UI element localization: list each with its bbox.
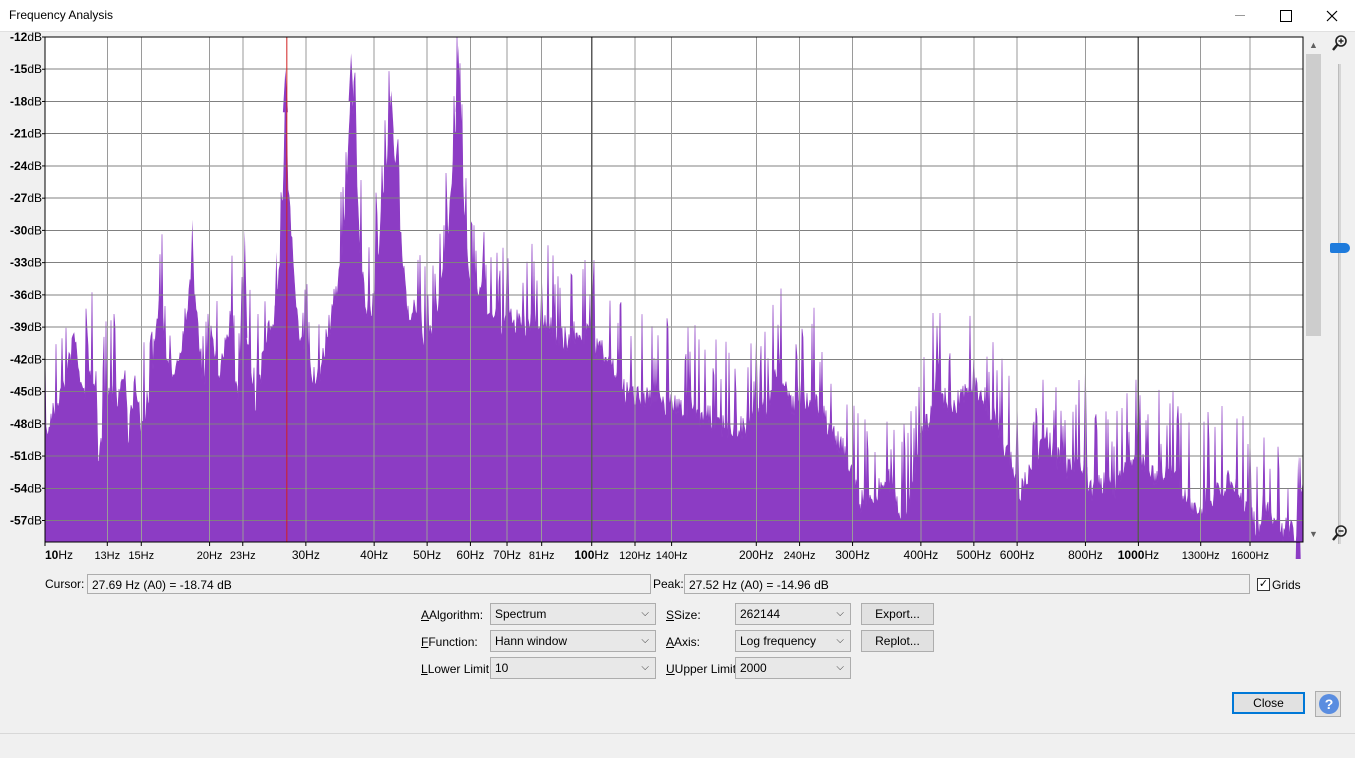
x-tick-label: 100Hz — [574, 548, 609, 562]
zoom-slider-thumb[interactable] — [1330, 242, 1350, 253]
x-tick-label: 300Hz — [835, 548, 870, 562]
close-icon — [1326, 10, 1338, 21]
maximize-button[interactable] — [1263, 0, 1309, 31]
x-tick-label: 81Hz — [529, 550, 555, 562]
help-button[interactable]: ? — [1315, 691, 1341, 717]
cursor-label: Cursor: — [45, 577, 85, 591]
window-title: Frequency Analysis — [9, 8, 114, 22]
zoom-in-button[interactable] — [1330, 34, 1350, 54]
y-tick-label: -33dB — [10, 256, 42, 270]
x-tick-label: 23Hz — [230, 550, 256, 562]
y-tick-label: -36dB — [10, 288, 42, 302]
export-button[interactable]: Export... — [861, 603, 934, 625]
function-label: FFunction: — [421, 635, 478, 649]
maximize-icon — [1280, 9, 1292, 22]
help-icon: ? — [1319, 694, 1339, 714]
y-tick-label: -48dB — [10, 417, 42, 431]
y-tick-label: -12dB — [10, 32, 42, 44]
replot-button[interactable]: Replot... — [861, 630, 934, 652]
y-tick-label: -24dB — [10, 159, 42, 173]
x-tick-label: 140Hz — [656, 550, 688, 562]
x-tick-label: 70Hz — [493, 548, 521, 562]
spectrum-chart[interactable]: -12dB -15dB -18dB -21dB -24dB -27dB -30dB -33dB… — [0, 32, 1305, 568]
x-tick-label: 200Hz — [739, 548, 774, 562]
y-tick-label: -30dB — [10, 223, 42, 237]
scrollbar-thumb[interactable] — [1306, 54, 1321, 336]
zoom-controls — [1324, 34, 1354, 544]
x-tick-label: 30Hz — [292, 548, 320, 562]
scroll-up-icon[interactable]: ▲ — [1305, 37, 1322, 53]
peak-label: Peak: — [653, 577, 684, 591]
x-tick-label: 20Hz — [197, 550, 223, 562]
y-tick-label: -51dB — [10, 449, 42, 463]
zoom-slider-track[interactable] — [1338, 64, 1341, 544]
peak-readout[interactable]: 27.52 Hz (A0) = -14.96 dB — [684, 574, 1250, 594]
grids-label: Grids — [1272, 578, 1301, 592]
y-tick-label: -42dB — [10, 352, 42, 366]
function-value: Hann window — [495, 634, 568, 648]
chevron-down-icon: ⌵ — [641, 608, 649, 619]
chevron-down-icon: ⌵ — [836, 662, 844, 673]
y-tick-label: -54dB — [10, 481, 42, 495]
algorithm-label: AAlgorithm: — [421, 608, 484, 622]
zoom-out-icon — [1332, 525, 1347, 541]
x-tick-label: 1000Hz — [1118, 548, 1159, 562]
grids-checkbox[interactable]: ✓ — [1257, 578, 1270, 591]
x-tick-label: 15Hz — [128, 550, 154, 562]
x-tick-label: 800Hz — [1068, 548, 1103, 562]
x-tick-label: 400Hz — [904, 548, 939, 562]
x-tick-label: 13Hz — [94, 550, 120, 562]
algorithm-select[interactable]: Spectrum ⌵ — [490, 603, 656, 625]
y-tick-label: -27dB — [10, 191, 42, 205]
cursor-readout[interactable]: 27.69 Hz (A0) = -18.74 dB — [87, 574, 651, 594]
minimize-button[interactable] — [1217, 0, 1263, 31]
y-tick-label: -39dB — [10, 320, 42, 334]
axis-value: Log frequency — [740, 634, 817, 648]
lower-limit-value: 10 — [495, 661, 509, 675]
x-tick-label: 60Hz — [456, 548, 484, 562]
lower-limit-label: LLower Limit: — [421, 662, 493, 676]
y-tick-label: -45dB — [10, 385, 42, 399]
plot-vertical-scrollbar[interactable]: ▲ ▼ — [1305, 37, 1322, 542]
scroll-down-icon[interactable]: ▼ — [1305, 526, 1322, 542]
close-button[interactable]: Close — [1232, 692, 1305, 714]
y-tick-label: -15dB — [10, 62, 42, 76]
x-tick-label: 50Hz — [413, 548, 441, 562]
x-tick-label: 600Hz — [1000, 548, 1035, 562]
chevron-down-icon: ⌵ — [836, 608, 844, 619]
chevron-down-icon: ⌵ — [641, 635, 649, 646]
status-bar — [0, 733, 1355, 758]
close-window-button[interactable] — [1309, 0, 1355, 31]
size-label: SSize: — [666, 608, 701, 622]
spectrum-plot-area[interactable]: -12dB -15dB -18dB -21dB -24dB -27dB -30dB -33dB… — [0, 32, 1355, 568]
upper-limit-value: 2000 — [740, 661, 767, 675]
zoom-out-button[interactable] — [1330, 524, 1350, 544]
chevron-down-icon: ⌵ — [641, 662, 649, 673]
upper-limit-label: UUpper Limit: — [666, 662, 740, 676]
chevron-down-icon: ⌵ — [836, 635, 844, 646]
upper-limit-select[interactable]: 2000 ⌵ — [735, 657, 851, 679]
size-select[interactable]: 262144 ⌵ — [735, 603, 851, 625]
algorithm-value: Spectrum — [495, 607, 547, 621]
x-tick-label: 240Hz — [784, 550, 816, 562]
function-select[interactable]: Hann window ⌵ — [490, 630, 656, 652]
size-value: 262144 — [740, 607, 781, 621]
y-tick-label: -21dB — [10, 127, 42, 141]
axis-label: AAxis: — [666, 635, 701, 649]
x-tick-label: 120Hz — [619, 550, 651, 562]
x-tick-label: 40Hz — [360, 548, 388, 562]
x-tick-label: 10Hz — [45, 548, 73, 562]
minimize-icon — [1235, 15, 1245, 16]
title-bar: Frequency Analysis — [0, 0, 1355, 32]
x-tick-label: 1300Hz — [1182, 550, 1220, 562]
axis-select[interactable]: Log frequency ⌵ — [735, 630, 851, 652]
lower-limit-select[interactable]: 10 ⌵ — [490, 657, 656, 679]
x-tick-label: 1600Hz — [1231, 550, 1269, 562]
y-tick-label: -57dB — [10, 514, 42, 528]
checkmark-icon: ✓ — [1258, 578, 1269, 590]
x-tick-label: 500Hz — [957, 548, 992, 562]
zoom-in-icon — [1332, 35, 1347, 51]
y-tick-label: -18dB — [10, 94, 42, 108]
